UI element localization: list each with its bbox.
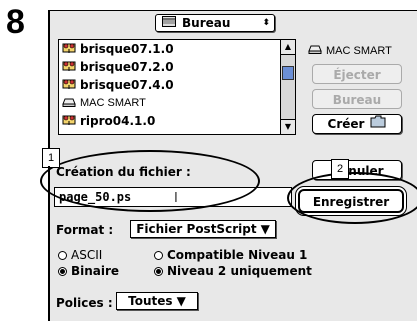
desktop-button[interactable]: Bureau <box>312 89 402 109</box>
file-list-scrollbar[interactable]: ▲ ▼ <box>280 40 295 134</box>
callout-number-2: 2 <box>331 159 349 179</box>
file-name: brisque07.4.0 <box>80 78 174 92</box>
file-list[interactable]: brisque07.1.0 brisque07.2.0 brisque07.4.… <box>58 39 296 135</box>
radio-level2-label: Niveau 2 uniquement <box>167 264 312 278</box>
ibeam-cursor-icon: I <box>174 191 178 206</box>
format-popup-value: Fichier PostScript <box>136 222 257 236</box>
file-name: brisque07.1.0 <box>80 42 174 56</box>
network-folder-icon <box>62 59 76 75</box>
scroll-up-arrow-icon[interactable]: ▲ <box>281 40 295 55</box>
radio-ascii-label: ASCII <box>71 248 103 262</box>
save-button[interactable]: Enregistrer <box>298 189 404 213</box>
list-item[interactable]: brisque07.2.0 <box>59 58 295 76</box>
folder-popup[interactable]: Bureau ⬍ <box>155 14 275 32</box>
radio-circle-icon <box>58 250 67 260</box>
disk-name: MAC SMART <box>326 44 392 57</box>
fonts-label: Polices : <box>56 296 113 310</box>
list-item[interactable]: brisque07.1.0 <box>59 40 295 58</box>
callout-leader-line <box>48 166 50 320</box>
folder-popup-label: Bureau <box>182 16 231 30</box>
disk-icon <box>62 96 76 110</box>
format-popup[interactable]: Fichier PostScript ▼ <box>130 220 276 238</box>
file-name: ripro04.1.0 <box>80 114 156 128</box>
scroll-down-arrow-icon[interactable]: ▼ <box>281 119 295 134</box>
format-label: Format : <box>56 223 114 237</box>
filename-label: Création du fichier : <box>56 165 191 179</box>
cancel-button[interactable]: Annuler <box>312 160 402 180</box>
callout-number-1: 1 <box>42 148 60 168</box>
list-item[interactable]: MAC SMART <box>59 94 295 112</box>
network-folder-icon <box>62 77 76 93</box>
fonts-popup-value: Toutes <box>128 294 173 308</box>
fonts-popup[interactable]: Toutes ▼ <box>116 292 198 310</box>
list-item[interactable]: ripro04.1.0 <box>59 112 295 130</box>
radio-selected-icon <box>58 266 67 276</box>
network-folder-icon <box>62 113 76 129</box>
popup-arrows-icon: ⬍ <box>262 18 270 28</box>
dropdown-triangle-icon: ▼ <box>176 294 186 308</box>
radio-ascii[interactable]: ASCII <box>58 248 102 262</box>
radio-compat-level1[interactable]: Compatible Niveau 1 <box>154 248 307 262</box>
disk-icon <box>308 44 322 57</box>
step-number: 8 <box>6 3 25 41</box>
radio-level2-only[interactable]: Niveau 2 uniquement <box>154 264 312 278</box>
radio-compat-label: Compatible Niveau 1 <box>167 248 308 262</box>
create-folder-button[interactable]: Créer <box>312 114 402 134</box>
filename-input[interactable]: page_50.ps <box>54 187 292 207</box>
radio-selected-icon <box>154 266 163 276</box>
file-name: MAC SMART <box>80 97 146 109</box>
current-disk: MAC SMART <box>308 44 392 57</box>
file-name: brisque07.2.0 <box>80 60 174 74</box>
new-folder-icon <box>370 114 386 134</box>
radio-binary[interactable]: Binaire <box>58 264 119 278</box>
scroll-thumb[interactable] <box>282 66 294 80</box>
save-dialog: Bureau ⬍ brisque07.1.0 brisque07.2.0 bri… <box>48 10 417 321</box>
list-item[interactable]: brisque07.4.0 <box>59 76 295 94</box>
radio-circle-icon <box>154 250 163 260</box>
create-button-label: Créer <box>327 117 365 131</box>
eject-button[interactable]: Éjecter <box>312 64 402 84</box>
dropdown-triangle-icon: ▼ <box>260 222 270 236</box>
network-folder-icon <box>62 41 76 57</box>
radio-binary-label: Binaire <box>71 264 120 278</box>
folder-icon <box>162 16 176 30</box>
